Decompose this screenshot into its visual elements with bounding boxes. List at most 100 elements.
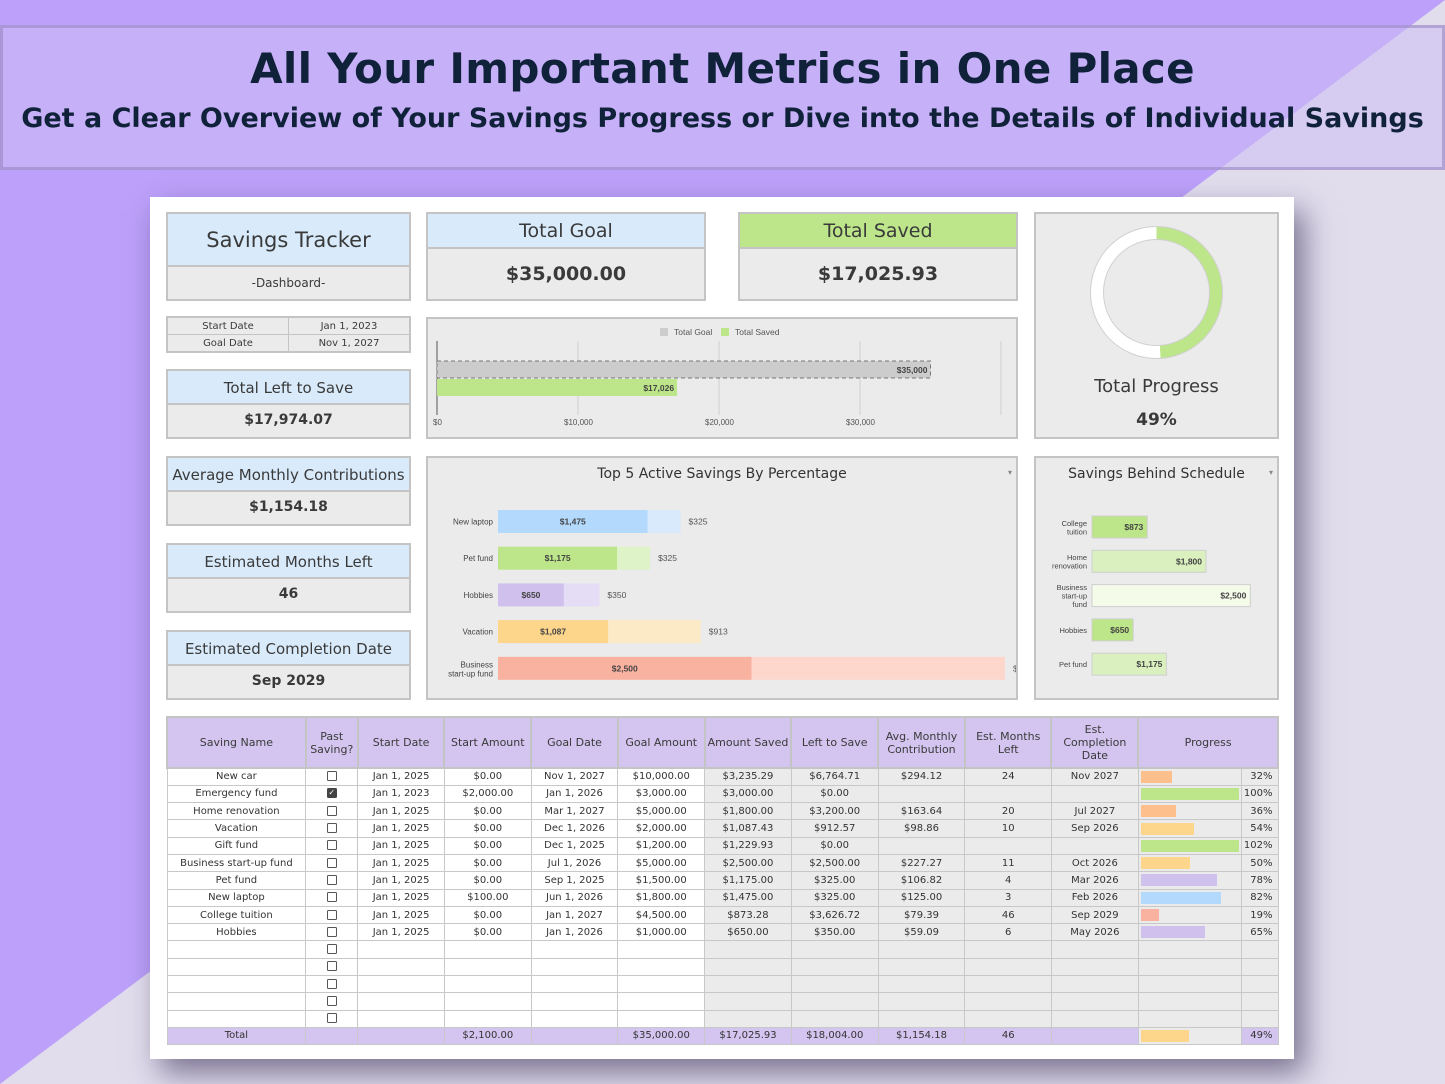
cell-start-amount[interactable]: $0.00 <box>443 871 532 890</box>
checkbox[interactable] <box>326 926 337 937</box>
chart-menu-icon[interactable]: ▾ <box>1008 468 1012 477</box>
start-date-value[interactable]: Jan 1, 2023 <box>288 316 411 335</box>
empty-cell[interactable] <box>617 940 706 959</box>
checkbox[interactable] <box>326 892 337 903</box>
empty-cell[interactable] <box>443 975 532 994</box>
empty-cell[interactable] <box>617 957 706 977</box>
empty-table-row[interactable] <box>166 975 1279 994</box>
cell-saving-name[interactable] <box>166 957 307 977</box>
goal-vs-saved-chart[interactable]: Total Goal Total Saved $0 $10,000 $20,000 $30… <box>428 319 1016 437</box>
cell-past-saving[interactable] <box>305 957 359 977</box>
empty-table-row[interactable] <box>166 940 1279 959</box>
checkbox[interactable] <box>326 874 337 885</box>
cell-goal-amount[interactable]: $1,500.00 <box>617 871 706 890</box>
col-start-amount[interactable]: Start Amount <box>443 716 533 769</box>
col-months-left[interactable]: Est. Months Left <box>963 716 1053 769</box>
cell-saving-name[interactable]: Vacation <box>166 819 307 838</box>
checkbox[interactable] <box>326 961 337 972</box>
col-saving-name[interactable]: Saving Name <box>166 716 307 769</box>
empty-cell[interactable] <box>357 975 445 994</box>
cell-goal-amount[interactable]: $10,000.00 <box>617 767 706 786</box>
cell-start-amount[interactable]: $0.00 <box>443 767 532 786</box>
cell-past-saving[interactable] <box>305 975 359 994</box>
col-goal-date[interactable]: Goal Date <box>530 716 619 769</box>
cell-start-amount[interactable]: $100.00 <box>443 888 532 907</box>
empty-cell[interactable] <box>443 957 532 977</box>
cell-past-saving[interactable] <box>305 905 359 925</box>
cell-saving-name[interactable]: Pet fund <box>166 871 307 890</box>
cell-start-date[interactable]: Jan 1, 2025 <box>357 923 445 942</box>
table-row[interactable]: Home renovation Jan 1, 2025 $0.00 Mar 1, 20… <box>166 802 1279 821</box>
cell-goal-date[interactable]: Jan 1, 2026 <box>530 923 619 942</box>
cell-past-saving[interactable] <box>305 802 359 821</box>
empty-cell[interactable] <box>357 992 445 1011</box>
cell-goal-date[interactable]: Nov 1, 2027 <box>530 767 619 786</box>
checkbox[interactable] <box>326 823 337 834</box>
cell-goal-date[interactable]: Sep 1, 2025 <box>530 871 619 890</box>
cell-saving-name[interactable]: Hobbies <box>166 923 307 942</box>
goal-date-value[interactable]: Nov 1, 2027 <box>288 334 411 353</box>
cell-past-saving[interactable] <box>305 836 359 855</box>
behind-schedule-chart[interactable]: Collegetuition $873Homerenovation $1,800Bu… <box>1036 458 1277 698</box>
checkbox[interactable] <box>326 909 337 920</box>
cell-start-date[interactable]: Jan 1, 2025 <box>357 802 445 821</box>
cell-start-amount[interactable]: $0.00 <box>443 819 532 838</box>
cell-goal-date[interactable]: Dec 1, 2026 <box>530 819 619 838</box>
cell-start-amount[interactable]: $0.00 <box>443 853 532 873</box>
cell-past-saving[interactable] <box>305 767 359 786</box>
checkbox[interactable] <box>326 840 337 851</box>
checkbox[interactable] <box>326 944 337 955</box>
table-row[interactable]: New car Jan 1, 2025 $0.00 Nov 1, 2027 $10,00… <box>166 767 1279 786</box>
cell-start-date[interactable]: Jan 1, 2025 <box>357 853 445 873</box>
cell-start-date[interactable]: Jan 1, 2025 <box>357 836 445 855</box>
cell-goal-amount[interactable]: $2,000.00 <box>617 819 706 838</box>
cell-start-date[interactable]: Jan 1, 2023 <box>357 784 445 804</box>
empty-cell[interactable] <box>617 1009 706 1028</box>
empty-cell[interactable] <box>357 957 445 977</box>
cell-goal-amount[interactable]: $1,000.00 <box>617 923 706 942</box>
cell-saving-name[interactable]: Gift fund <box>166 836 307 855</box>
cell-saving-name[interactable] <box>166 1009 307 1028</box>
cell-goal-date[interactable]: Jul 1, 2026 <box>530 853 619 873</box>
table-row[interactable]: College tuition Jan 1, 2025 $0.00 Jan 1, 20… <box>166 905 1279 925</box>
cell-saving-name[interactable]: Emergency fund <box>166 784 307 804</box>
cell-past-saving[interactable] <box>305 992 359 1011</box>
table-row[interactable]: Business start-up fund Jan 1, 2025 $0.00 Ju… <box>166 853 1279 873</box>
cell-start-amount[interactable]: $2,000.00 <box>443 784 532 804</box>
cell-start-amount[interactable]: $0.00 <box>443 802 532 821</box>
col-goal-amount[interactable]: Goal Amount <box>616 716 706 769</box>
cell-start-date[interactable]: Jan 1, 2025 <box>357 767 445 786</box>
checkbox[interactable] <box>326 978 337 989</box>
cell-goal-date[interactable]: Jan 1, 2026 <box>530 784 619 804</box>
cell-past-saving[interactable] <box>305 940 359 959</box>
chart-menu-icon[interactable]: ▾ <box>1269 468 1273 477</box>
cell-saving-name[interactable]: Business start-up fund <box>166 853 307 873</box>
col-completion-date[interactable]: Est. Completion Date <box>1050 716 1140 769</box>
top5-chart[interactable]: New laptop $1,475 $325 Pet fund $1,175 $325 Ho… <box>428 458 1039 698</box>
cell-goal-amount[interactable]: $1,800.00 <box>617 888 706 907</box>
cell-past-saving[interactable]: ✓ <box>305 784 359 804</box>
checkbox[interactable] <box>326 805 337 816</box>
cell-start-date[interactable]: Jan 1, 2025 <box>357 905 445 925</box>
empty-table-row[interactable] <box>166 957 1279 977</box>
cell-saving-name[interactable] <box>166 992 307 1011</box>
cell-start-amount[interactable]: $0.00 <box>443 836 532 855</box>
checkbox[interactable] <box>326 996 337 1006</box>
empty-cell[interactable] <box>530 957 619 977</box>
cell-start-amount[interactable]: $0.00 <box>443 905 532 925</box>
cell-goal-date[interactable]: Jan 1, 2027 <box>530 905 619 925</box>
empty-cell[interactable] <box>443 992 532 1011</box>
cell-goal-amount[interactable]: $1,200.00 <box>617 836 706 855</box>
col-progress[interactable]: Progress <box>1137 716 1279 769</box>
cell-goal-amount[interactable]: $5,000.00 <box>617 853 706 873</box>
cell-start-date[interactable]: Jan 1, 2025 <box>357 819 445 838</box>
checkbox[interactable] <box>326 771 337 782</box>
empty-cell[interactable] <box>357 1009 445 1028</box>
cell-past-saving[interactable] <box>305 853 359 873</box>
checkbox-checked[interactable]: ✓ <box>326 788 337 799</box>
col-start-date[interactable]: Start Date <box>356 716 446 769</box>
empty-cell[interactable] <box>443 1009 532 1028</box>
cell-past-saving[interactable] <box>305 871 359 890</box>
cell-goal-amount[interactable]: $5,000.00 <box>617 802 706 821</box>
table-row[interactable]: Vacation Jan 1, 2025 $0.00 Dec 1, 2026 $2,00… <box>166 819 1279 838</box>
